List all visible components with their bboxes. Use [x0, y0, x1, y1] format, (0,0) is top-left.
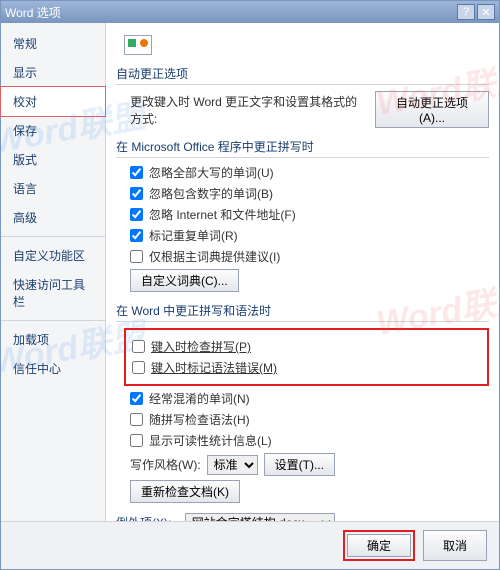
checkbox-mark-grammar[interactable] [132, 361, 145, 374]
cancel-button[interactable]: 取消 [423, 530, 487, 561]
section-exceptions-header: 例外项(X): 网站金字塔结构.docx [116, 513, 489, 521]
help-button[interactable]: ? [457, 4, 475, 20]
dialog-body: 常规 显示 校对 保存 版式 语言 高级 自定义功能区 快速访问工具栏 加载项 … [1, 23, 499, 521]
sidebar-item-general[interactable]: 常规 [1, 29, 105, 58]
writing-style-settings-button[interactable]: 设置(T)... [264, 453, 335, 476]
checkbox-flag-repeated[interactable] [130, 229, 143, 242]
ok-button[interactable]: 确定 [347, 534, 411, 557]
main-panel: 自动更正选项 更改键入时 Word 更正文字和设置其格式的方式: 自动更正选项(… [106, 23, 499, 521]
autocorrect-text: 更改键入时 Word 更正文字和设置其格式的方式: [130, 93, 369, 127]
label-mark-grammar: 键入时标记语法错误(M) [151, 359, 277, 376]
label-ignore-internet: 忽略 Internet 和文件地址(F) [149, 206, 296, 223]
close-button[interactable]: ✕ [477, 4, 495, 20]
section-autocorrect-header: 自动更正选项 [116, 65, 489, 85]
highlight-spelling-grammar: 键入时检查拼写(P) 键入时标记语法错误(M) [124, 328, 489, 386]
sidebar-item-display[interactable]: 显示 [1, 58, 105, 87]
sidebar-item-language[interactable]: 语言 [1, 174, 105, 203]
label-main-dict-only: 仅根据主词典提供建议(I) [149, 248, 280, 265]
sidebar-item-addins[interactable]: 加载项 [1, 325, 105, 354]
sidebar-item-layout[interactable]: 版式 [1, 145, 105, 174]
recheck-document-button[interactable]: 重新检查文档(K) [130, 480, 240, 503]
exceptions-doc-select[interactable]: 网站金字塔结构.docx [185, 513, 335, 521]
proofing-icon [124, 35, 152, 55]
sidebar-item-customize-ribbon[interactable]: 自定义功能区 [1, 241, 105, 270]
label-grammar-with-spelling: 随拼写检查语法(H) [149, 411, 250, 428]
checkbox-confused-words[interactable] [130, 392, 143, 405]
checkbox-main-dict-only[interactable] [130, 250, 143, 263]
highlight-ok: 确定 [343, 530, 415, 561]
sidebar-separator [1, 320, 105, 321]
writing-style-label: 写作风格(W): [130, 456, 201, 473]
checkbox-ignore-uppercase[interactable] [130, 166, 143, 179]
section-word-header: 在 Word 中更正拼写和语法时 [116, 302, 489, 322]
sidebar: 常规 显示 校对 保存 版式 语言 高级 自定义功能区 快速访问工具栏 加载项 … [1, 23, 106, 521]
titlebar: Word 选项 ? ✕ [1, 1, 499, 23]
label-ignore-numbers: 忽略包含数字的单词(B) [149, 185, 273, 202]
autocorrect-options-button[interactable]: 自动更正选项(A)... [375, 91, 489, 128]
label-flag-repeated: 标记重复单词(R) [149, 227, 238, 244]
label-readability: 显示可读性统计信息(L) [149, 432, 272, 449]
checkbox-readability[interactable] [130, 434, 143, 447]
checkbox-grammar-with-spelling[interactable] [130, 413, 143, 426]
sidebar-separator [1, 236, 105, 237]
sidebar-item-qat[interactable]: 快速访问工具栏 [1, 270, 105, 316]
writing-style-select[interactable]: 标准 [207, 455, 258, 475]
exceptions-label: 例外项(X): [116, 516, 171, 521]
custom-dictionaries-button[interactable]: 自定义词典(C)... [130, 269, 239, 292]
checkbox-check-spelling[interactable] [132, 340, 145, 353]
sidebar-item-trust[interactable]: 信任中心 [1, 354, 105, 383]
sidebar-item-save[interactable]: 保存 [1, 116, 105, 145]
window-title: Word 选项 [5, 4, 61, 21]
checkbox-ignore-internet[interactable] [130, 208, 143, 221]
label-ignore-uppercase: 忽略全部大写的单词(U) [149, 164, 274, 181]
section-office-header: 在 Microsoft Office 程序中更正拼写时 [116, 138, 489, 158]
window-controls: ? ✕ [457, 4, 495, 20]
checkbox-ignore-numbers[interactable] [130, 187, 143, 200]
sidebar-item-advanced[interactable]: 高级 [1, 203, 105, 232]
word-options-dialog: Word 选项 ? ✕ 常规 显示 校对 保存 版式 语言 高级 自定义功能区 … [0, 0, 500, 570]
label-confused-words: 经常混淆的单词(N) [149, 390, 250, 407]
sidebar-item-proofing[interactable]: 校对 [0, 86, 106, 117]
label-check-spelling: 键入时检查拼写(P) [151, 338, 251, 355]
dialog-buttons: 确定 取消 [1, 521, 499, 569]
